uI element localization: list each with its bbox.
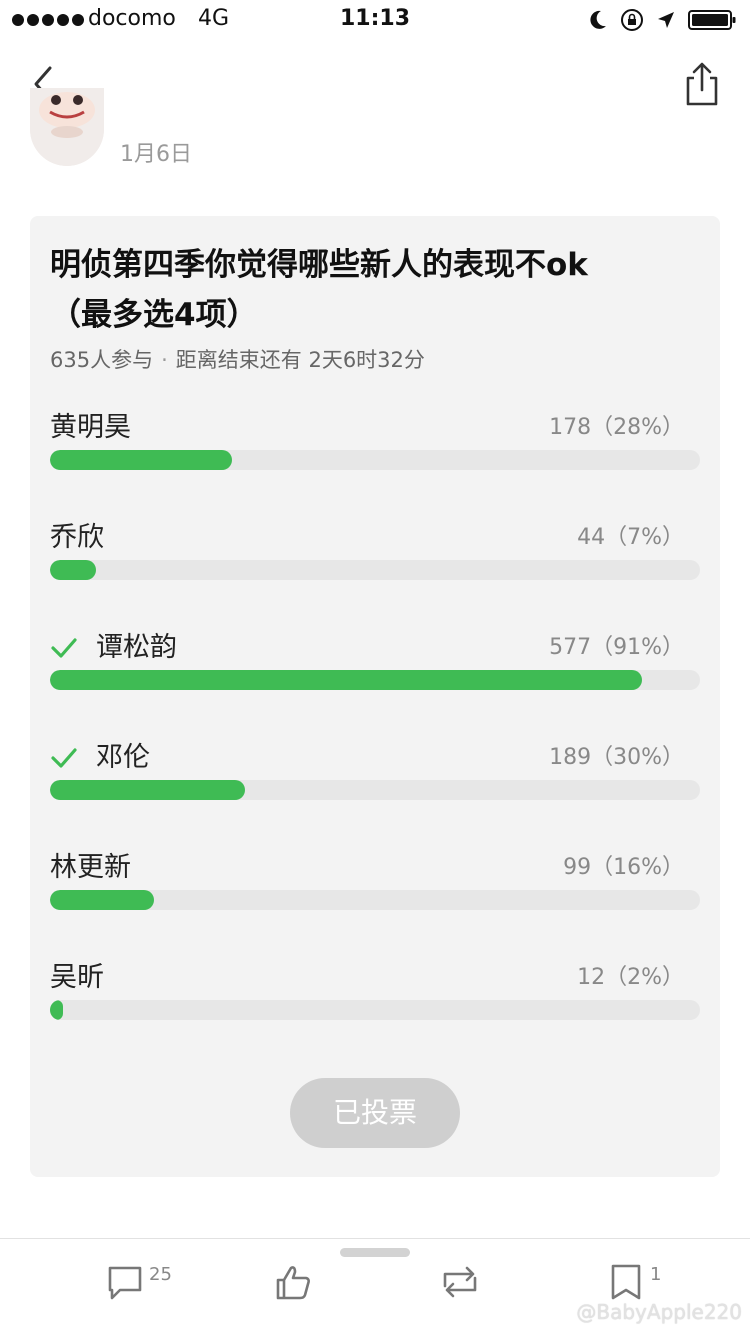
like-button[interactable]	[274, 1262, 312, 1312]
option-count: 44（7%）	[577, 525, 684, 550]
poll-title: 明侦第四季你觉得哪些新人的表现不ok（最多选4项）	[50, 247, 588, 333]
option-progress-fill	[50, 670, 642, 690]
poll-meta: 635人参与 · 距离结束还有 2天6时32分	[50, 344, 425, 374]
poll-option[interactable]: 吴昕 12（2%）	[50, 958, 700, 1038]
repost-button[interactable]	[437, 1262, 483, 1312]
poll-option[interactable]: 邓伦 189（30%）	[50, 738, 700, 818]
option-count: 577（91%）	[549, 635, 684, 660]
option-name: 邓伦	[96, 742, 150, 773]
option-count: 12（2%）	[577, 965, 684, 990]
option-progress-track	[50, 1000, 700, 1020]
option-count: 99（16%）	[563, 855, 684, 880]
option-progress-track	[50, 780, 700, 800]
poll-deadline: 距离结束还有 2天6时32分	[175, 348, 425, 372]
option-progress-track	[50, 670, 700, 690]
participant-count: 635人参与	[50, 348, 154, 372]
watermark: @BabyApple220	[576, 1300, 742, 1324]
option-progress-fill	[50, 890, 154, 910]
option-name: 黄明昊	[50, 412, 131, 443]
moon-icon	[590, 10, 606, 29]
option-name: 谭松韵	[96, 632, 177, 663]
repost-icon	[443, 1266, 477, 1298]
option-name: 林更新	[50, 852, 131, 883]
option-progress-track	[50, 450, 700, 470]
option-progress-track	[50, 890, 700, 910]
share-button[interactable]	[678, 60, 726, 108]
share-icon	[686, 62, 718, 106]
like-icon	[276, 1266, 310, 1300]
navigation-bar	[0, 40, 750, 128]
checkmark-icon	[51, 638, 77, 658]
comment-icon	[108, 1266, 142, 1300]
battery-icon	[688, 10, 736, 30]
post-date: 1月6日	[120, 142, 192, 167]
option-name: 乔欣	[50, 522, 104, 553]
avatar-image	[30, 88, 104, 166]
option-count: 189（30%）	[549, 745, 684, 770]
location-arrow-icon	[658, 12, 674, 28]
option-progress-fill	[50, 450, 232, 470]
option-progress-fill	[50, 780, 245, 800]
poll-option[interactable]: 谭松韵 577（91%）	[50, 628, 700, 708]
comment-count: 25	[149, 1264, 172, 1285]
poll-card: 明侦第四季你觉得哪些新人的表现不ok（最多选4项） 635人参与 · 距离结束还有 …	[30, 216, 720, 1177]
poll-option[interactable]: 乔欣 44（7%）	[50, 518, 700, 598]
checkmark-icon	[51, 748, 77, 768]
poll-option[interactable]: 林更新 99（16%）	[50, 848, 700, 928]
option-progress-fill	[50, 560, 96, 580]
option-progress-track	[50, 560, 700, 580]
option-name: 吴昕	[50, 962, 104, 993]
rotation-lock-icon	[621, 9, 643, 31]
voted-button[interactable]: 已投票	[290, 1078, 460, 1148]
status-bar: docomo 4G 11:13	[0, 0, 750, 40]
poll-option[interactable]: 黄明昊 178（28%）	[50, 408, 700, 488]
author-avatar[interactable]	[30, 88, 104, 166]
option-count: 178（28%）	[549, 415, 684, 440]
bookmark-icon	[611, 1264, 641, 1300]
drag-handle[interactable]	[340, 1248, 410, 1257]
option-progress-fill	[50, 1000, 63, 1020]
bookmark-count: 1	[650, 1264, 662, 1285]
comment-button[interactable]	[106, 1262, 144, 1312]
meta-separator: ·	[161, 348, 168, 372]
